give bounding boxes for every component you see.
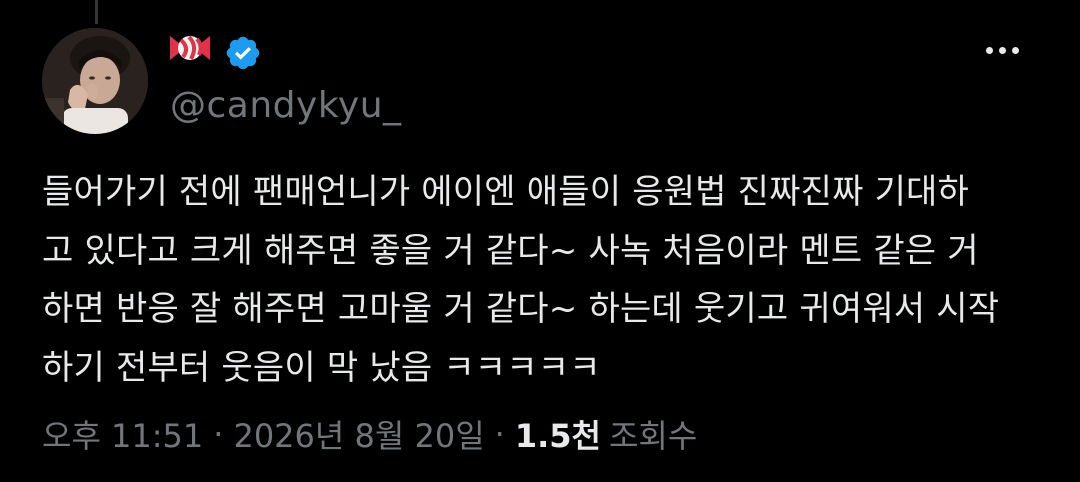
tweet-text-line: 고 있다고 크게 해주면 좋을 거 같다~ 사녹 처음이라 멘트 같은 거 xyxy=(42,230,979,271)
avatar[interactable] xyxy=(42,28,148,134)
more-dot xyxy=(1011,46,1019,54)
tweet-text: 들어가기 전에 팬매언니가 에이엔 애들이 응원법 진짜진짜 기대하 고 있다고… xyxy=(42,163,1042,397)
more-options-icon[interactable] xyxy=(972,36,1032,64)
views-label: 조회수 xyxy=(608,417,698,455)
tweet-card: @candykyu_ 들어가기 전에 팬매언니가 에이엔 애들이 응원법 진짜진… xyxy=(0,0,1080,482)
more-dot xyxy=(998,46,1006,54)
more-dot xyxy=(985,46,993,54)
tweet-text-line: 하기 전부터 웃음이 막 났음 ㅋㅋㅋㅋㅋ xyxy=(42,347,601,388)
meta-separator: · xyxy=(494,415,505,453)
tweet-meta: 오후 11:51 · 2026년 8월 20일 · 1.5천 조회수 xyxy=(42,409,697,459)
author-name-row xyxy=(168,30,262,76)
author-handle[interactable]: @candykyu_ xyxy=(170,84,402,128)
tweet-text-line: 하면 반응 잘 해주면 고마울 거 같다~ 하는데 웃기고 귀여워서 시작 xyxy=(42,289,1000,329)
meta-separator: · xyxy=(213,415,224,453)
thread-connector-line xyxy=(95,0,98,24)
tweet-date[interactable]: 2026년 8월 20일 xyxy=(233,411,484,457)
tweet-time[interactable]: 오후 11:51 xyxy=(42,411,203,457)
tweet-text-line: 들어가기 전에 팬매언니가 에이엔 애들이 응원법 진짜진짜 기대하 xyxy=(42,172,970,212)
candy-icon[interactable] xyxy=(168,28,212,78)
verified-badge-icon xyxy=(224,34,262,72)
views-count: 1.5천 xyxy=(514,417,601,455)
